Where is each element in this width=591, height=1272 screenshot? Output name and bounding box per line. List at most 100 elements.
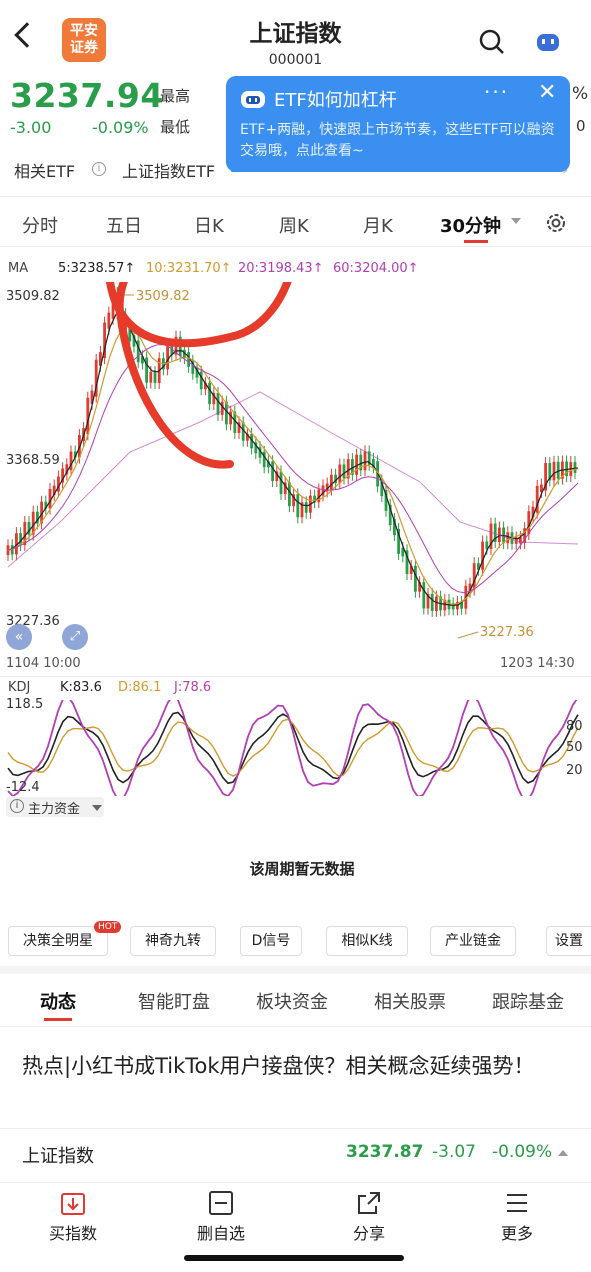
candle-body [330, 474, 333, 490]
info-icon[interactable]: i [92, 162, 106, 176]
kdj-chart[interactable] [0, 700, 591, 796]
active-tab-indicator [464, 240, 488, 243]
ma10-value: 10:3231.70↑ [146, 261, 232, 276]
header: 平安 证券 上证指数 000001 [0, 0, 591, 80]
fullscreen-icon[interactable]: ⤢ [62, 624, 88, 650]
tab-news[interactable]: 动态 [40, 988, 76, 1014]
candle-body [216, 392, 220, 415]
industry-chain-button[interactable]: 产业链金 [430, 926, 516, 956]
candle-body [304, 502, 308, 513]
settings-gear-icon[interactable] [544, 211, 568, 235]
price-change-pct: -0.09% [92, 118, 149, 137]
candle-body [552, 461, 556, 481]
tab-smart-watch[interactable]: 智能盯盘 [138, 988, 210, 1014]
hot-badge: HOT [94, 921, 122, 933]
candle-body [435, 596, 438, 611]
candle-body [229, 411, 232, 425]
remove-watchlist-icon[interactable] [208, 1190, 234, 1216]
tab-intraday[interactable]: 分时 [22, 212, 58, 238]
main-capital-label: 主力资金 [28, 802, 81, 817]
candle-body [153, 372, 157, 383]
index-row-change: -3.07 [432, 1142, 476, 1162]
news-tab-indicator [44, 1018, 72, 1021]
kdj-d: D:86.1 [118, 680, 162, 695]
close-icon[interactable]: ✕ [538, 80, 556, 105]
news-headline[interactable]: 热点|小红书成TikTok用户接盘侠？相关概念延续强势！ [22, 1050, 572, 1082]
candle-body [527, 511, 531, 535]
tab-monthly-k[interactable]: 月K [363, 212, 393, 238]
popup-body: ETF+两融，快速跟上市场节奏，这些ETF可以融资交易哦，点此查看~ [240, 122, 555, 159]
search-icon[interactable] [478, 28, 506, 56]
date-start: 1104 10:00 [6, 656, 81, 671]
indicator-toggle-icon[interactable]: « [6, 624, 32, 650]
kdj-label[interactable]: KDJ [8, 680, 30, 695]
candle-body [208, 382, 211, 405]
nav-share-label[interactable]: 分享 [329, 1220, 409, 1244]
etf-promo-popup[interactable]: ETF如何加杠杆 ··· ✕ ETF+两融，快速跟上市场节奏，这些ETF可以融资… [226, 76, 570, 172]
candle-body [342, 464, 346, 479]
tab-weekly-k[interactable]: 周K [279, 212, 309, 238]
index-row-name: 上证指数 [22, 1146, 94, 1167]
ma10-line [7, 325, 579, 605]
candle-body [481, 541, 484, 570]
nav-buy-label[interactable]: 买指数 [33, 1220, 113, 1244]
candles [6, 287, 577, 617]
ma20-value: 20:3198.43↑ [238, 261, 324, 276]
candle-body [288, 482, 291, 507]
high-label: 最高 [160, 87, 191, 105]
dropdown-arrow-icon [92, 805, 102, 811]
more-dots-icon[interactable]: ··· [484, 80, 509, 104]
chart-period-tabs: 分时 五日 日K 周K 月K 30分钟 [0, 200, 591, 244]
etf-name[interactable]: 上证指数ETF [122, 158, 215, 182]
more-menu-icon[interactable] [504, 1190, 530, 1216]
no-data-message: 该周期暂无数据 [249, 860, 355, 878]
candle-body [363, 451, 367, 471]
candle-body [422, 582, 426, 609]
candle-body [166, 345, 169, 370]
max-point-label: 3509.82 [136, 289, 190, 304]
similar-k-button[interactable]: 相似K线 [326, 926, 408, 956]
y-axis-max: 3509.82 [6, 289, 60, 304]
nav-more-label[interactable]: 更多 [477, 1220, 557, 1244]
magic-nine-button[interactable]: 神奇九转 [130, 926, 216, 956]
d-signal-button[interactable]: D信号 [240, 926, 302, 956]
tab-30min[interactable]: 30分钟 [440, 212, 501, 238]
candle-body [430, 593, 434, 611]
tab-sector-funds[interactable]: 板块资金 [256, 988, 328, 1014]
tab-tracking-funds[interactable]: 跟踪基金 [492, 988, 564, 1014]
candlestick-chart[interactable] [0, 282, 591, 652]
ma-label: MA [8, 261, 29, 276]
nav-remove-label[interactable]: 删自选 [181, 1220, 261, 1244]
dropdown-arrow-icon[interactable] [511, 218, 521, 224]
collapse-arrow-icon[interactable] [558, 1150, 568, 1156]
stat-fragment-1: % [572, 84, 589, 104]
kdj-k: K:83.6 [60, 680, 102, 695]
j-line [7, 700, 578, 796]
share-icon[interactable] [356, 1190, 382, 1216]
tab-related-stocks[interactable]: 相关股票 [374, 988, 446, 1014]
kdj-bottom: -12.4 [6, 780, 40, 795]
robot-icon [241, 91, 265, 108]
decision-stars-button[interactable]: 决策全明星 [8, 926, 108, 956]
stat-fragment-2: 0 [576, 117, 586, 135]
candle-body [279, 471, 283, 495]
candle-body [220, 401, 224, 415]
candle-body [472, 563, 476, 590]
ma5-line [7, 312, 579, 606]
y-axis-mid: 3368.59 [6, 453, 60, 468]
index-row-price: 3237.87 [346, 1142, 424, 1162]
candle-body [145, 357, 148, 383]
buy-icon[interactable] [60, 1190, 86, 1216]
tab-daily-k[interactable]: 日K [194, 212, 224, 238]
candle-body [338, 464, 342, 484]
ma60-value: 60:3204.00↑ [333, 261, 419, 276]
min-point-label: 3227.36 [480, 625, 534, 640]
settings-button[interactable]: 设置 [546, 926, 591, 956]
main-capital-selector[interactable]: i 主力资金 [6, 797, 104, 817]
assistant-robot-icon[interactable] [534, 30, 562, 54]
ma5-value: 5:3238.57↑ [58, 261, 136, 276]
kdj-80: 80 [566, 719, 583, 734]
tab-five-day[interactable]: 五日 [106, 212, 142, 238]
min-marker-line [457, 631, 479, 639]
kdj-20: 20 [566, 763, 583, 778]
